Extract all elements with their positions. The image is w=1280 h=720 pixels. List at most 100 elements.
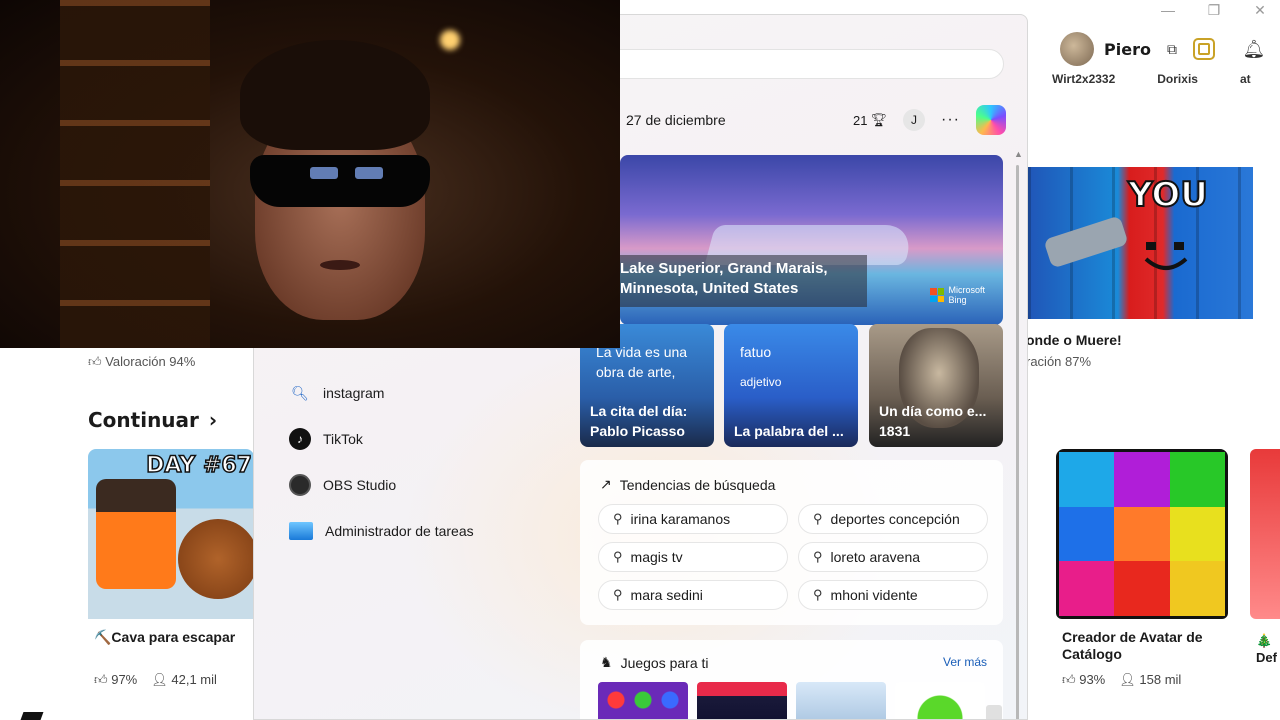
tile-bottom-text: Un día como e... 1831 <box>879 401 986 441</box>
username[interactable]: Piero <box>1104 40 1151 59</box>
game-title[interactable]: 🎄 Def <box>1256 632 1277 666</box>
thumbs-up-icon: 👍︎ <box>94 672 108 687</box>
list-item-label: TikTok <box>323 431 363 447</box>
game-title: ⛏️Cava para escapar <box>94 629 236 645</box>
caption-line: Minnesota, United States <box>620 280 799 297</box>
scroll-up-arrow[interactable]: ▲ <box>1014 149 1023 159</box>
list-item[interactable]: ♪ TikTok <box>289 416 474 462</box>
person-icon: 👤︎ <box>151 672 168 687</box>
avatar-figure <box>96 479 176 589</box>
thumbs-up-icon: 👍︎ <box>88 354 102 369</box>
webcam-overlay <box>0 0 620 348</box>
tile-line: La palabra del ... <box>734 423 844 439</box>
friend-name[interactable]: at <box>1240 72 1251 86</box>
logo-text: Bing <box>948 295 967 305</box>
avatar[interactable] <box>1060 32 1094 66</box>
background-shelf <box>60 0 210 348</box>
trophy-count: 21 <box>853 112 868 128</box>
players-value: 42,1 mil <box>171 672 217 687</box>
trend-pill[interactable]: ⚲ mara sedini <box>598 580 788 610</box>
rating-value: 93% <box>1079 672 1106 687</box>
search-trends-card: ↗ Tendencias de búsqueda ⚲ irina karamano… <box>580 460 1003 625</box>
screen: — ❐ ✕ Piero ⧉ 🔔︎ Wirt2x2332 Dorixis at Y… <box>0 0 1280 720</box>
search-icon: ⚲ <box>813 587 823 602</box>
search-icon: ⚲ <box>613 511 623 526</box>
game-card[interactable]: Creador de Avatar de Catálogo 👍︎ 93% 👤︎ … <box>1056 449 1228 700</box>
premium-icon[interactable]: ⧉ <box>1161 38 1183 60</box>
trend-pill[interactable]: ⚲ irina karamanos <box>598 504 788 534</box>
tiktok-icon: ♪ <box>289 428 311 450</box>
trend-pill[interactable]: ⚲ deportes concepción <box>798 504 988 534</box>
game-thumbnail[interactable] <box>598 682 688 719</box>
minimize-icon[interactable]: — <box>1156 2 1180 19</box>
rating-stat: 👍︎ 93% <box>1062 672 1105 688</box>
trend-label: irina karamanos <box>630 511 731 527</box>
trend-pill[interactable]: ⚲ mhoni vidente <box>798 580 988 610</box>
game-thumbnail: DAY #67 <box>88 449 254 619</box>
microsoft-bing-logo: Microsoft Bing <box>930 285 985 305</box>
list-item[interactable]: 🔍︎ instagram <box>289 370 474 416</box>
search-icon: ⚲ <box>813 549 823 564</box>
image-caption: Lake Superior, Grand Marais, Minnesota, … <box>620 255 867 307</box>
robux-icon[interactable] <box>1192 38 1215 60</box>
close-icon[interactable]: ✕ <box>1248 2 1272 19</box>
trending-icon: ↗ <box>600 476 612 492</box>
search-input[interactable] <box>574 49 1004 79</box>
search-icon: 🔍︎ <box>291 384 309 401</box>
scroll-down-button[interactable] <box>986 705 1002 719</box>
history-tile[interactable]: Un día como e... 1831 <box>869 324 1003 447</box>
games-title: Juegos para ti <box>620 654 709 671</box>
trends-title: Tendencias de búsqueda <box>619 476 776 493</box>
widgets-header: 27 de diciembre 21 🏆︎ J ··· <box>626 105 1006 135</box>
rating-stat: 👍︎ 97% <box>94 672 137 688</box>
microsoft-icon <box>930 288 945 302</box>
obs-icon <box>289 474 311 496</box>
list-item[interactable]: OBS Studio <box>289 462 474 508</box>
trend-pill[interactable]: ⚲ magis tv <box>598 542 788 572</box>
list-item-label: instagram <box>323 385 385 401</box>
trend-label: mhoni vidente <box>830 587 918 603</box>
friend-name[interactable]: Dorixis <box>1157 72 1198 86</box>
rating-value: 97% <box>111 672 138 687</box>
game-thumbnail[interactable] <box>796 682 886 719</box>
players-value: 158 mil <box>1139 672 1182 687</box>
game-thumbnail-partial[interactable] <box>1250 449 1280 619</box>
game-stats: 👍︎ 93% 👤︎ 158 mil <box>1062 672 1181 688</box>
see-more-link[interactable]: Ver más <box>943 655 987 669</box>
friend-name[interactable]: Wirt2x2332 <box>1052 72 1115 86</box>
account-button[interactable]: J <box>903 109 926 131</box>
game-thumbnail-you[interactable]: YOU <box>1028 167 1253 319</box>
tile-top-text: La vida es una obra de arte, <box>596 344 688 380</box>
copilot-icon[interactable] <box>976 105 1006 135</box>
search-icon: ⚲ <box>613 587 623 602</box>
bing-image-card[interactable]: Lake Superior, Grand Marais, Minnesota, … <box>620 155 1003 325</box>
tile-top-text: fatuo <box>740 344 772 360</box>
list-item[interactable]: Administrador de tareas <box>289 508 474 554</box>
word-of-day-tile[interactable]: fatuo adjetivo La palabra del ... <box>724 324 858 447</box>
game-stats: 👍︎ 97% 👤︎ 42,1 mil <box>94 672 217 688</box>
games-card: ♞ Juegos para ti Ver más <box>580 640 1003 719</box>
chess-icon: ♞ <box>600 654 613 670</box>
rocks-image <box>178 519 254 599</box>
trend-pill[interactable]: ⚲ loreto aravena <box>798 542 988 572</box>
game-card[interactable]: DAY #67 ⛏️Cava para escapar 👍︎ 97% 👤︎ 42… <box>88 449 254 700</box>
rewards-button[interactable]: 21 🏆︎ <box>853 112 887 128</box>
tile-bottom-text: La palabra del ... <box>734 421 844 441</box>
game-title[interactable]: onde o Muere! <box>1026 332 1122 348</box>
players-stat: 👤︎ 42,1 mil <box>151 672 217 688</box>
scrollbar[interactable] <box>1016 165 1019 719</box>
thumbnail-overlay-text: DAY #67 <box>145 452 252 479</box>
bell-icon[interactable]: 🔔︎ <box>1243 38 1266 60</box>
trends-header: ↗ Tendencias de búsqueda <box>600 476 775 493</box>
game-thumbnail[interactable] <box>895 682 985 719</box>
rating-text: Valoración 94% <box>105 354 196 369</box>
date-label: 27 de diciembre <box>626 112 726 128</box>
game-title: Creador de Avatar de Catálogo <box>1062 629 1203 662</box>
friend-names-row: Wirt2x2332 Dorixis at <box>1052 72 1251 86</box>
more-options-button[interactable]: ··· <box>941 111 960 129</box>
maximize-icon[interactable]: ❐ <box>1202 2 1226 19</box>
game-thumbnail[interactable] <box>697 682 787 719</box>
continuar-heading[interactable]: Continuar › <box>88 408 217 432</box>
decor-mark <box>20 712 44 720</box>
games-header: ♞ Juegos para ti <box>600 654 709 671</box>
